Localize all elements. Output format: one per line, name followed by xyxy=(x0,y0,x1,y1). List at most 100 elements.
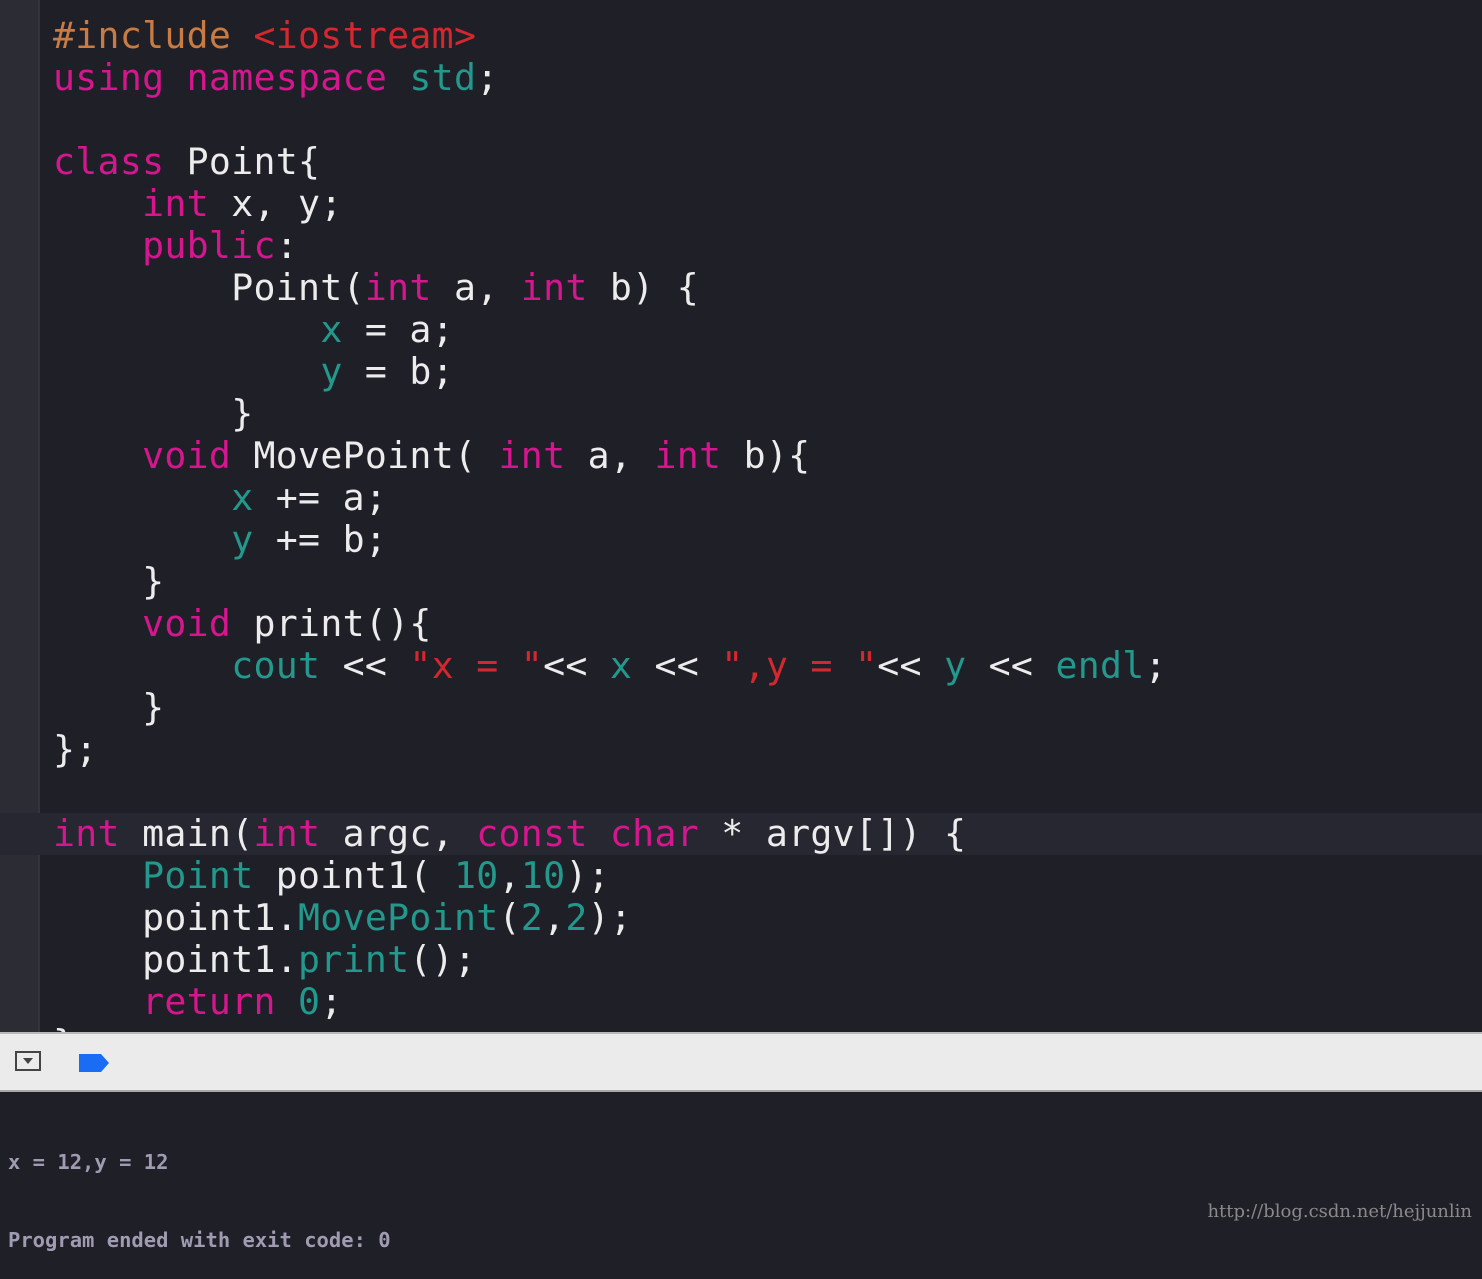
code-token: y xyxy=(944,644,967,687)
code-line[interactable]: using namespace std; xyxy=(53,57,1482,99)
code-line[interactable]: Point point1( 10,10); xyxy=(53,855,1482,897)
code-line[interactable]: } xyxy=(53,393,1482,435)
code-token: = a; xyxy=(342,308,454,351)
code-token: std xyxy=(409,56,477,99)
code-line[interactable]: } xyxy=(53,1022,1482,1033)
code-line[interactable]: point1.print(); xyxy=(53,939,1482,981)
code-token: point1. xyxy=(53,896,299,939)
code-token: int xyxy=(520,266,588,309)
code-token: void xyxy=(142,434,232,477)
code-line[interactable]: public: xyxy=(53,225,1482,267)
code-editor[interactable]: #include <iostream> using namespace std; … xyxy=(0,0,1482,1032)
code-token: int xyxy=(654,434,722,477)
code-line[interactable]: void print(){ xyxy=(53,603,1482,645)
code-line[interactable]: Point(int a, int b) { xyxy=(53,267,1482,309)
code-token: a, xyxy=(431,266,521,309)
code-token: b){ xyxy=(721,434,811,477)
code-token: MovePoint( xyxy=(231,434,499,477)
code-token: namespace xyxy=(186,56,388,99)
code-token: ; xyxy=(476,56,499,99)
code-token: point1. xyxy=(53,938,299,981)
code-token: 2 xyxy=(520,896,544,939)
debug-toolbar xyxy=(0,1032,1482,1092)
code-token: } xyxy=(53,686,165,729)
code-token: , xyxy=(498,854,521,897)
code-line[interactable]: int main(int argc, const char * argv[]) … xyxy=(0,813,1482,855)
code-line[interactable]: y += b; xyxy=(53,519,1482,561)
console-output: x = 12,y = 12 Program ended with exit co… xyxy=(8,1097,391,1279)
code-token: x xyxy=(609,644,633,687)
code-token: << xyxy=(966,644,1056,687)
breakpoint-toggle-icon[interactable] xyxy=(79,1054,109,1072)
code-line[interactable]: class Point{ xyxy=(53,141,1482,183)
code-token: } xyxy=(53,560,165,603)
code-token: 10 xyxy=(453,854,499,897)
code-token: a, xyxy=(565,434,655,477)
code-token: 10 xyxy=(520,854,566,897)
code-token: ( xyxy=(498,896,521,939)
code-token: } xyxy=(53,392,254,435)
code-token: ; xyxy=(1144,644,1167,687)
code-line[interactable]: #include <iostream> xyxy=(53,15,1482,57)
hide-debug-area-icon[interactable] xyxy=(15,1051,41,1071)
code-token: (); xyxy=(409,938,477,981)
line-gutter xyxy=(0,0,40,1032)
code-line[interactable]: } xyxy=(53,561,1482,603)
code-token: : xyxy=(275,224,299,267)
code-token: public xyxy=(142,224,276,267)
code-line[interactable]: return 0; xyxy=(53,981,1482,1023)
code-token: = b; xyxy=(342,350,454,393)
code-token: += b; xyxy=(253,518,388,561)
code-token: int xyxy=(364,266,432,309)
code-line[interactable]: point1.MovePoint(2,2); xyxy=(53,897,1482,939)
code-lines[interactable]: #include <iostream> using namespace std; … xyxy=(0,15,1482,1033)
code-token: <iostream> xyxy=(253,14,477,57)
code-token: y xyxy=(320,350,343,393)
code-token: int xyxy=(498,434,566,477)
code-line[interactable]: x += a; xyxy=(53,477,1482,519)
code-token: << xyxy=(632,644,722,687)
code-line[interactable] xyxy=(53,771,1482,813)
code-token: x xyxy=(231,476,254,519)
code-line[interactable]: }; xyxy=(53,729,1482,771)
code-line[interactable] xyxy=(53,99,1482,141)
code-token: x, y; xyxy=(208,182,343,225)
code-line[interactable]: cout << "x = "<< x << ",y = "<< y << end… xyxy=(53,645,1482,687)
code-token: ); xyxy=(565,854,610,897)
code-token: using xyxy=(53,56,165,99)
code-token: 2 xyxy=(565,896,588,939)
code-token: ; xyxy=(320,980,343,1023)
code-token: * argv[]) { xyxy=(699,812,967,855)
code-line[interactable]: } xyxy=(53,687,1482,729)
code-line[interactable]: y = b; xyxy=(53,351,1482,393)
code-token: print xyxy=(298,938,410,981)
code-line[interactable]: int x, y; xyxy=(53,183,1482,225)
code-token: endl xyxy=(1055,644,1145,687)
code-token: << xyxy=(543,644,610,687)
code-line[interactable]: x = a; xyxy=(53,309,1482,351)
watermark: http://blog.csdn.net/hejjunlin xyxy=(1207,1201,1472,1222)
code-token: += a; xyxy=(253,476,388,519)
code-token: const xyxy=(476,812,588,855)
code-token: Point( xyxy=(53,266,365,309)
code-token: 0 xyxy=(298,980,321,1023)
code-line[interactable]: void MovePoint( int a, int b){ xyxy=(53,435,1482,477)
code-token: << xyxy=(320,644,410,687)
code-token: Point xyxy=(142,854,254,897)
code-token: MovePoint xyxy=(298,896,499,939)
code-token: } xyxy=(53,1022,75,1033)
code-token: point1( xyxy=(253,854,454,897)
